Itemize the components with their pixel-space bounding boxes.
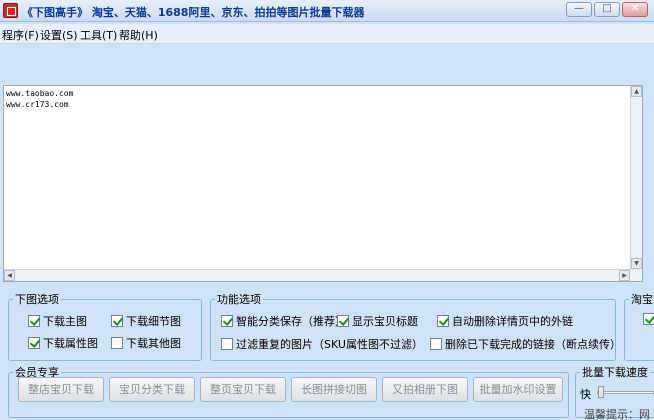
function-options-legend: 功能选项 <box>217 293 261 306</box>
checkbox-label: 删除已下载完成的链接（断点续传） <box>445 338 621 351</box>
scroll-down-icon[interactable]: ▼ <box>631 258 642 269</box>
checkbox-label: 下载主图 <box>43 315 87 328</box>
checkbox-box[interactable] <box>111 337 123 349</box>
checkbox-box[interactable] <box>643 313 654 325</box>
checkbox-show-title[interactable]: 显示宝贝标题 <box>337 313 418 329</box>
checkbox-taobao[interactable] <box>643 313 654 325</box>
window-title: 《下图高手》 淘宝、天猫、1688阿里、京东、拍拍等图片批量下载器 <box>22 6 365 19</box>
checkbox-label: 下载其他图 <box>126 337 181 350</box>
url-list-text[interactable]: www.taobao.com www.cr173.com <box>6 88 73 110</box>
url-input-area[interactable]: www.taobao.com www.cr173.com ▲ ▼ ◀ ▶ <box>3 85 643 282</box>
checkbox-box[interactable] <box>28 315 40 327</box>
scroll-corner <box>630 269 642 281</box>
batch-watermark-button[interactable]: 批量加水印设置 <box>473 377 563 402</box>
speed-fast-label: 快 <box>580 388 591 401</box>
checkbox-delete-finished-links[interactable]: 删除已下载完成的链接（断点续传） <box>430 336 621 352</box>
checkbox-main-image[interactable]: 下载主图 <box>28 313 87 329</box>
app-icon <box>3 3 18 18</box>
scroll-right-icon[interactable]: ▶ <box>619 270 630 281</box>
taobao-group: 淘宝 <box>624 291 654 361</box>
shop-download-button[interactable]: 整店宝贝下载 <box>18 377 104 402</box>
download-options-legend: 下图选项 <box>15 293 59 306</box>
maximize-button[interactable]: □ <box>594 2 620 17</box>
page-download-button[interactable]: 整页宝贝下载 <box>200 377 286 402</box>
checkbox-box[interactable] <box>437 315 449 327</box>
category-download-button[interactable]: 宝贝分类下载 <box>109 377 195 402</box>
album-download-button[interactable]: 又拍相册下图 <box>382 377 468 402</box>
checkbox-attribute-image[interactable]: 下载属性图 <box>28 335 98 351</box>
vertical-scrollbar[interactable]: ▲ ▼ <box>630 86 642 269</box>
close-button[interactable]: ✕ <box>622 2 648 17</box>
checkbox-box[interactable] <box>28 337 40 349</box>
checkbox-remove-external-links[interactable]: 自动删除详情页中的外链 <box>437 313 573 329</box>
checkbox-box[interactable] <box>430 338 442 350</box>
checkbox-label: 过滤重复的图片（SKU属性图不过滤） <box>236 338 423 351</box>
checkbox-detail-image[interactable]: 下载细节图 <box>111 313 181 329</box>
speed-slider-track[interactable] <box>597 391 654 394</box>
checkbox-label: 显示宝贝标题 <box>352 315 418 328</box>
menu-program[interactable]: 程序(F) <box>2 27 39 43</box>
checkbox-label: 下载属性图 <box>43 337 98 350</box>
horizontal-scrollbar[interactable]: ◀ ▶ <box>4 269 630 281</box>
checkbox-other-image[interactable]: 下载其他图 <box>111 335 181 351</box>
menu-help[interactable]: 帮助(H) <box>119 27 158 43</box>
menu-settings[interactable]: 设置(S) <box>40 27 78 43</box>
minimize-button[interactable]: — <box>566 2 592 17</box>
checkbox-smart-category[interactable]: 智能分类保存（推荐） <box>221 313 346 329</box>
checkbox-box[interactable] <box>221 315 233 327</box>
tip-text: 温馨提示：网 <box>584 408 650 420</box>
checkbox-label: 智能分类保存（推荐） <box>236 315 346 328</box>
long-image-stitch-button[interactable]: 长图拼接切图 <box>291 377 377 402</box>
checkbox-filter-duplicates[interactable]: 过滤重复的图片（SKU属性图不过滤） <box>221 336 423 352</box>
menu-tools[interactable]: 工具(T) <box>80 27 117 43</box>
taobao-legend: 淘宝 <box>631 293 653 306</box>
scroll-left-icon[interactable]: ◀ <box>4 270 15 281</box>
checkbox-label: 下载细节图 <box>126 315 181 328</box>
scroll-up-icon[interactable]: ▲ <box>631 86 642 97</box>
menu-bar: 程序(F) 设置(S) 工具(T) 帮助(H) <box>0 24 654 44</box>
checkbox-box[interactable] <box>221 338 233 350</box>
title-bar[interactable]: 《下图高手》 淘宝、天猫、1688阿里、京东、拍拍等图片批量下载器 — □ ✕ <box>0 0 654 22</box>
checkbox-box[interactable] <box>337 315 349 327</box>
speed-legend: 批量下载速度 <box>582 366 648 379</box>
speed-slider-thumb[interactable] <box>598 386 604 398</box>
checkbox-box[interactable] <box>111 315 123 327</box>
checkbox-label: 自动删除详情页中的外链 <box>452 315 573 328</box>
